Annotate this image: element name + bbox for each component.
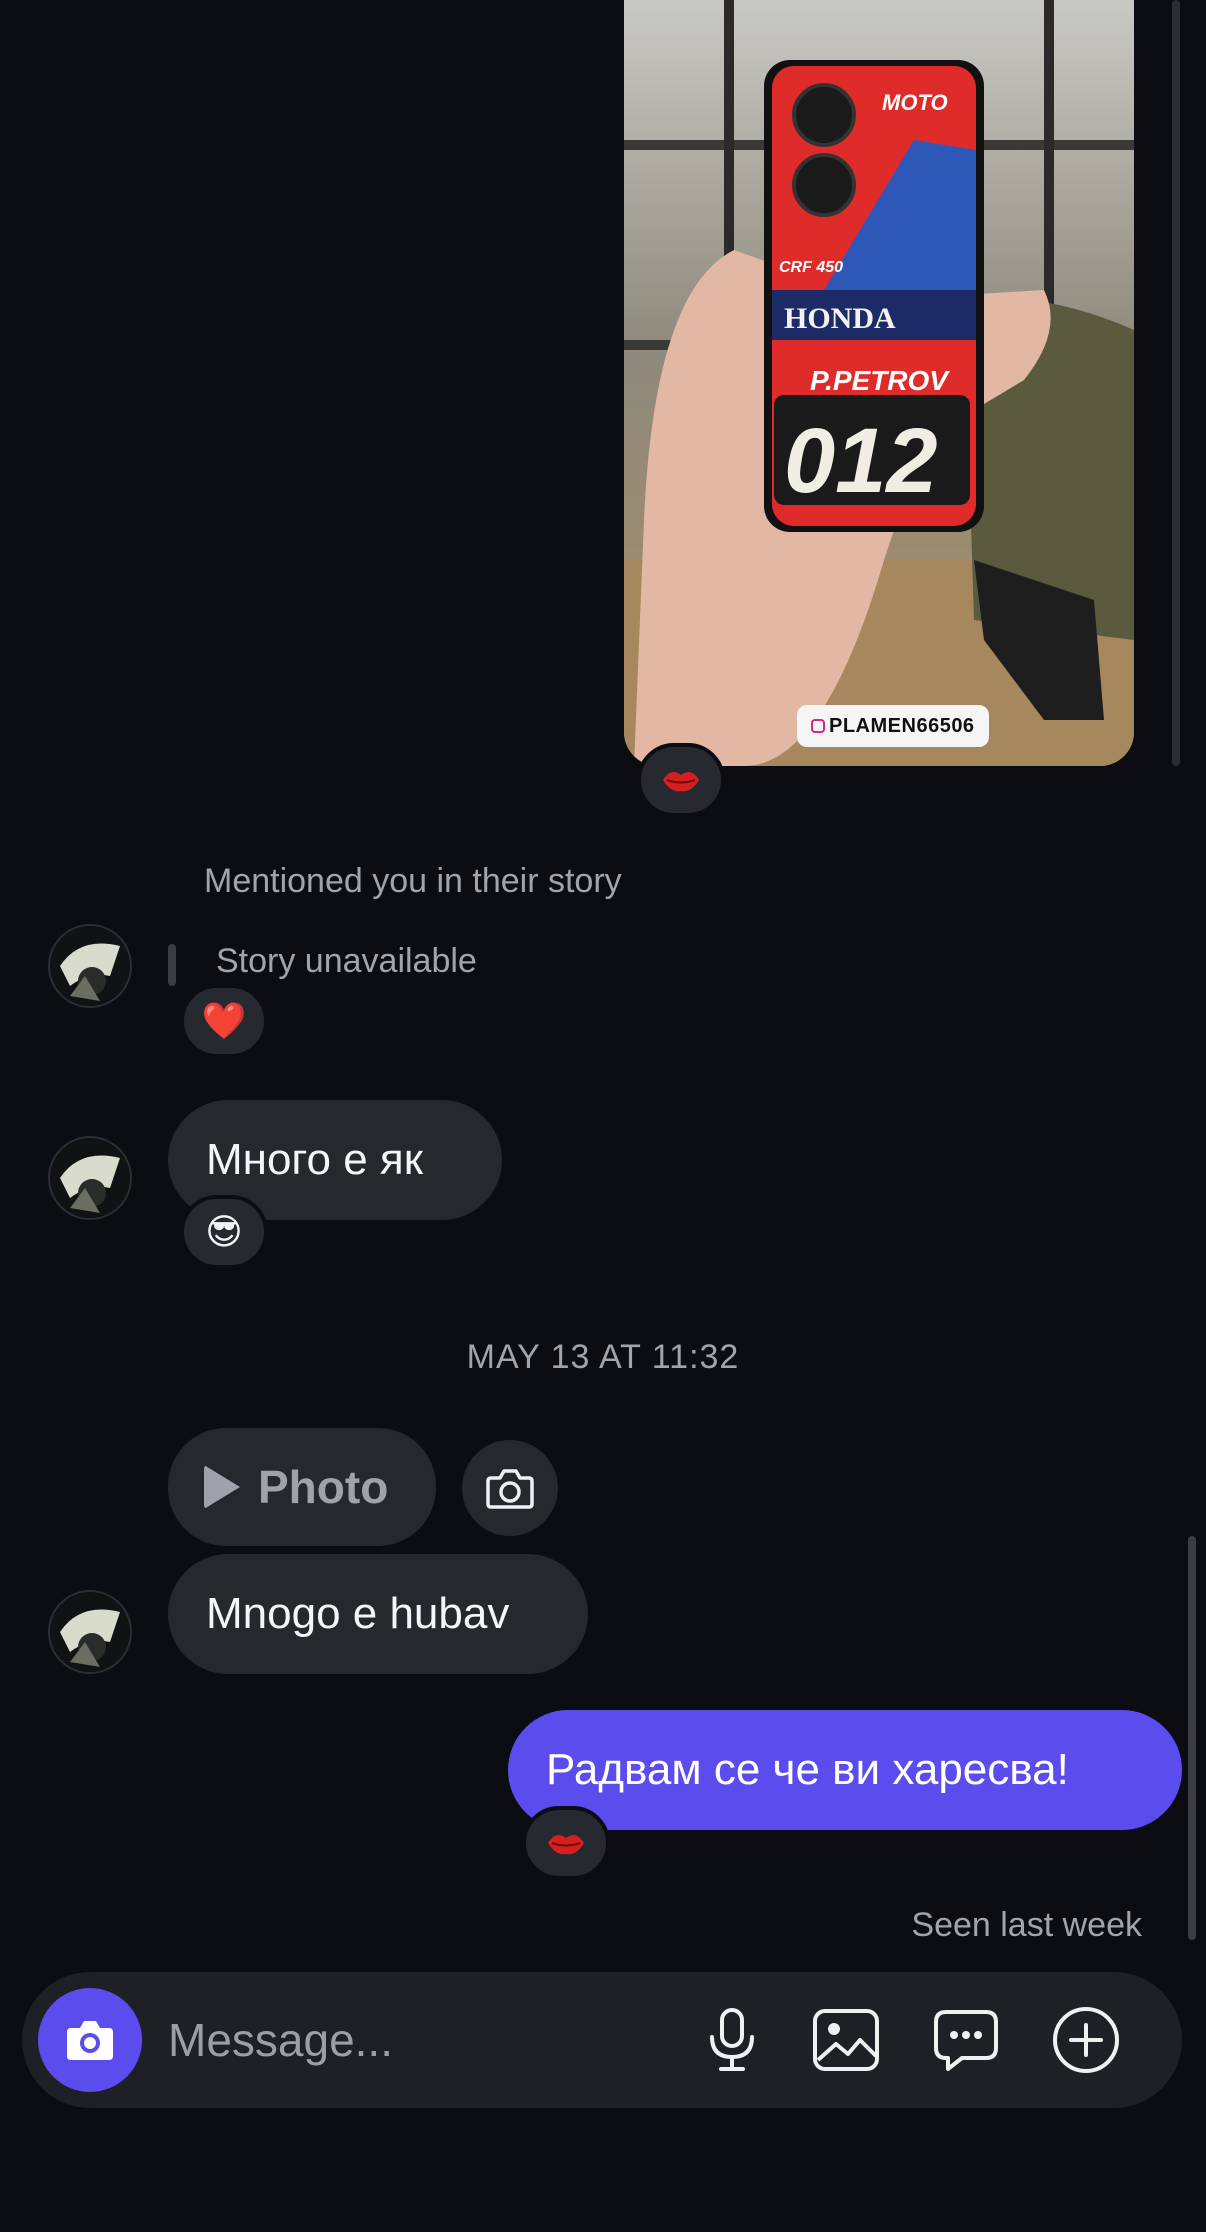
- gallery-button[interactable]: [806, 2000, 886, 2080]
- chat-scrollbar[interactable]: [1188, 1536, 1196, 1940]
- message-bubble-incoming[interactable]: Mnogo e hubav: [168, 1554, 588, 1674]
- svg-text:MOTO: MOTO: [882, 90, 948, 115]
- story-tag-text: PLAMEN66506: [829, 714, 975, 737]
- avatar[interactable]: [48, 1136, 132, 1220]
- avatar-image: [50, 1138, 130, 1218]
- story-reply-bar: [168, 944, 176, 986]
- story-photo[interactable]: MOTO CRF 450 HONDA P.PETROV 012: [624, 0, 1134, 766]
- heart-icon: ❤️: [201, 1000, 247, 1041]
- message-text: Радвам се че ви харесва!: [546, 1745, 1069, 1794]
- microphone-icon: [710, 2008, 754, 2071]
- more-options-button[interactable]: [1046, 2000, 1126, 2080]
- sunglasses-face-icon: 😎: [205, 1211, 243, 1252]
- svg-text:CRF 450: CRF 450: [779, 259, 843, 276]
- svg-text:P.PETROV: P.PETROV: [810, 365, 950, 396]
- plus-circle-icon: [1053, 2007, 1119, 2073]
- instagram-icon: [811, 719, 825, 733]
- avatar[interactable]: [48, 924, 132, 1008]
- sunglasses-reaction[interactable]: 😎: [180, 1195, 268, 1269]
- view-photo-button[interactable]: [462, 1440, 558, 1536]
- play-icon: [204, 1465, 240, 1509]
- camera-icon: [486, 1469, 534, 1509]
- story-reaction[interactable]: [637, 743, 725, 817]
- story-mention-tag: PLAMEN66506: [797, 705, 989, 747]
- message-bubble-outgoing[interactable]: Радвам се че ви харесва!: [508, 1710, 1182, 1830]
- lips-icon: [663, 771, 699, 792]
- date-separator: MAY 13 AT 11:32: [466, 1338, 740, 1376]
- camera-button[interactable]: [38, 1988, 142, 2092]
- chat-bubble-icon: [934, 2010, 998, 2071]
- lips-icon: [548, 1834, 584, 1855]
- voice-message-button[interactable]: [692, 2000, 772, 2080]
- message-input[interactable]: [168, 1998, 668, 2082]
- photo-label: Photo: [258, 1461, 389, 1513]
- quick-replies-button[interactable]: [926, 2000, 1006, 2080]
- lips-reaction[interactable]: [522, 1806, 610, 1880]
- camera-icon: [67, 2021, 113, 2060]
- story-photo-image: MOTO CRF 450 HONDA P.PETROV 012: [624, 0, 1134, 766]
- svg-text:012: 012: [784, 410, 938, 512]
- avatar-image: [50, 1592, 130, 1672]
- message-text: Много е як: [206, 1135, 423, 1184]
- heart-reaction[interactable]: ❤️: [180, 984, 268, 1058]
- svg-text:HONDA: HONDA: [784, 302, 896, 335]
- photo-message[interactable]: Photo: [168, 1428, 436, 1546]
- seen-status: Seen last week: [911, 1906, 1142, 1944]
- story-scrollbar[interactable]: [1172, 0, 1180, 766]
- story-unavailable: Story unavailable: [216, 942, 477, 980]
- avatar-image: [50, 926, 130, 1006]
- story-mention-label: Mentioned you in their story: [204, 862, 622, 900]
- avatar[interactable]: [48, 1590, 132, 1674]
- message-text: Mnogo e hubav: [206, 1589, 510, 1638]
- image-icon: [813, 2009, 879, 2071]
